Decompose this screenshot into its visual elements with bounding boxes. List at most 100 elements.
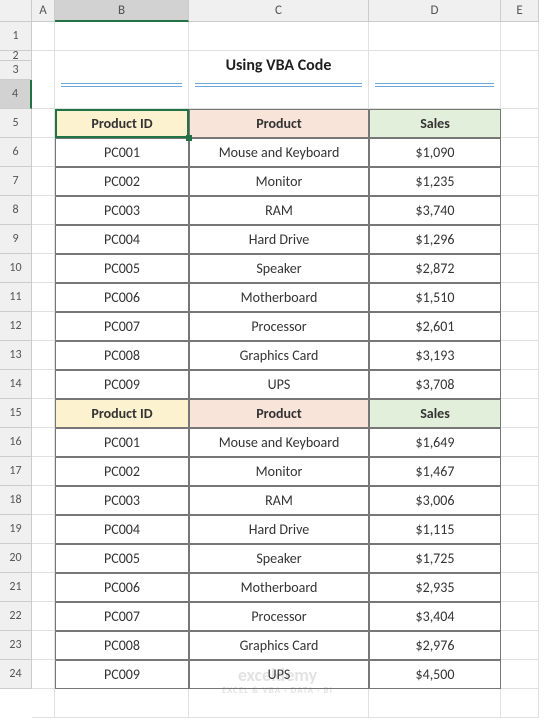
- cell-id[interactable]: PC006: [55, 283, 189, 312]
- cell-sales[interactable]: $4,500: [369, 660, 501, 689]
- cell-product[interactable]: Speaker: [189, 544, 369, 573]
- row-header-14[interactable]: 14: [0, 370, 32, 399]
- row-header-4[interactable]: 4: [0, 80, 32, 109]
- cell-id[interactable]: PC004: [55, 515, 189, 544]
- table-row[interactable]: PC003RAM$3,740: [32, 196, 539, 225]
- col-header-e[interactable]: E: [501, 0, 539, 22]
- row-header-16[interactable]: 16: [0, 428, 32, 457]
- cell-product[interactable]: Monitor: [189, 167, 369, 196]
- cell-id[interactable]: PC007: [55, 312, 189, 341]
- table-header-product[interactable]: Product: [189, 399, 369, 428]
- table-row[interactable]: PC004Hard Drive$1,296: [32, 225, 539, 254]
- cell-product[interactable]: Hard Drive: [189, 515, 369, 544]
- row-header-3[interactable]: 3: [0, 61, 32, 80]
- table-header-id[interactable]: Product ID: [55, 109, 189, 138]
- cell-sales[interactable]: $3,404: [369, 602, 501, 631]
- row-header-11[interactable]: 11: [0, 283, 32, 312]
- row-header-10[interactable]: 10: [0, 254, 32, 283]
- cell-sales[interactable]: $3,740: [369, 196, 501, 225]
- row-header-18[interactable]: 18: [0, 486, 32, 515]
- cell-id[interactable]: PC007: [55, 602, 189, 631]
- cell-product[interactable]: Speaker: [189, 254, 369, 283]
- cell-grid[interactable]: Using VBA Code Product IDProductSales PC…: [32, 22, 539, 718]
- cell-id[interactable]: PC008: [55, 631, 189, 660]
- table-row[interactable]: PC002Monitor$1,467: [32, 457, 539, 486]
- cell-product[interactable]: RAM: [189, 486, 369, 515]
- table-row[interactable]: PC008Graphics Card$3,193: [32, 341, 539, 370]
- cell-sales[interactable]: $1,115: [369, 515, 501, 544]
- cell-product[interactable]: Mouse and Keyboard: [189, 138, 369, 167]
- row-header-19[interactable]: 19: [0, 515, 32, 544]
- cell-product[interactable]: Motherboard: [189, 573, 369, 602]
- table-header-product[interactable]: Product: [189, 109, 369, 138]
- cell-sales[interactable]: $1,296: [369, 225, 501, 254]
- cell-product[interactable]: Monitor: [189, 457, 369, 486]
- table-row[interactable]: PC007Processor$2,601: [32, 312, 539, 341]
- row-header-12[interactable]: 12: [0, 312, 32, 341]
- table-row[interactable]: PC006Motherboard$2,935: [32, 573, 539, 602]
- col-header-d[interactable]: D: [369, 0, 501, 22]
- cell-id[interactable]: PC008: [55, 341, 189, 370]
- select-all-corner[interactable]: [0, 0, 32, 22]
- row-header-1[interactable]: 1: [0, 22, 32, 51]
- cell-sales[interactable]: $1,725: [369, 544, 501, 573]
- table-row[interactable]: PC005Speaker$1,725: [32, 544, 539, 573]
- row-header-9[interactable]: 9: [0, 225, 32, 254]
- cell-id[interactable]: PC009: [55, 370, 189, 399]
- cell-id[interactable]: PC003: [55, 196, 189, 225]
- cell-sales[interactable]: $1,649: [369, 428, 501, 457]
- row-header-6[interactable]: 6: [0, 138, 32, 167]
- cell-id[interactable]: PC005: [55, 544, 189, 573]
- cell-product[interactable]: Graphics Card: [189, 341, 369, 370]
- cell-id[interactable]: PC004: [55, 225, 189, 254]
- cell-id[interactable]: PC003: [55, 486, 189, 515]
- cell-id[interactable]: PC002: [55, 457, 189, 486]
- cell-product[interactable]: Hard Drive: [189, 225, 369, 254]
- row-header-20[interactable]: 20: [0, 544, 32, 573]
- table-row[interactable]: PC002Monitor$1,235: [32, 167, 539, 196]
- cell-product[interactable]: Motherboard: [189, 283, 369, 312]
- table-row[interactable]: PC008Graphics Card$2,976: [32, 631, 539, 660]
- table-header-sales[interactable]: Sales: [369, 399, 501, 428]
- cell-sales[interactable]: $3,708: [369, 370, 501, 399]
- cell-id[interactable]: PC001: [55, 138, 189, 167]
- col-header-b[interactable]: B: [55, 0, 189, 22]
- cell-product[interactable]: RAM: [189, 196, 369, 225]
- cell-sales[interactable]: $3,193: [369, 341, 501, 370]
- row-header-23[interactable]: 23: [0, 631, 32, 660]
- table-row[interactable]: PC003RAM$3,006: [32, 486, 539, 515]
- row-header-5[interactable]: 5: [0, 109, 32, 138]
- row-header-7[interactable]: 7: [0, 167, 32, 196]
- table-row[interactable]: PC006Motherboard$1,510: [32, 283, 539, 312]
- cell-sales[interactable]: $1,090: [369, 138, 501, 167]
- cell-product[interactable]: Mouse and Keyboard: [189, 428, 369, 457]
- table-row[interactable]: PC001Mouse and Keyboard$1,090: [32, 138, 539, 167]
- table-header-sales[interactable]: Sales: [369, 109, 501, 138]
- table-row[interactable]: PC005Speaker$2,872: [32, 254, 539, 283]
- row-header-13[interactable]: 13: [0, 341, 32, 370]
- cell-id[interactable]: PC002: [55, 167, 189, 196]
- cell-sales[interactable]: $2,872: [369, 254, 501, 283]
- row-header-2[interactable]: 2: [0, 51, 32, 61]
- table-row[interactable]: PC004Hard Drive$1,115: [32, 515, 539, 544]
- cell-sales[interactable]: $2,976: [369, 631, 501, 660]
- table-row[interactable]: PC009UPS$3,708: [32, 370, 539, 399]
- cell-product[interactable]: Processor: [189, 312, 369, 341]
- cell-sales[interactable]: $3,006: [369, 486, 501, 515]
- cell-sales[interactable]: $2,935: [369, 573, 501, 602]
- row-header-21[interactable]: 21: [0, 573, 32, 602]
- cell-id[interactable]: PC009: [55, 660, 189, 689]
- row-header-24[interactable]: 24: [0, 660, 32, 689]
- row-header-8[interactable]: 8: [0, 196, 32, 225]
- row-header-17[interactable]: 17: [0, 457, 32, 486]
- col-header-a[interactable]: A: [32, 0, 55, 22]
- cell-product[interactable]: UPS: [189, 370, 369, 399]
- row-header-15[interactable]: 15: [0, 399, 32, 428]
- cell-id[interactable]: PC001: [55, 428, 189, 457]
- cell-sales[interactable]: $1,235: [369, 167, 501, 196]
- cell-product[interactable]: Graphics Card: [189, 631, 369, 660]
- table-row[interactable]: PC007Processor$3,404: [32, 602, 539, 631]
- cell-id[interactable]: PC006: [55, 573, 189, 602]
- cell-sales[interactable]: $1,467: [369, 457, 501, 486]
- cell-sales[interactable]: $2,601: [369, 312, 501, 341]
